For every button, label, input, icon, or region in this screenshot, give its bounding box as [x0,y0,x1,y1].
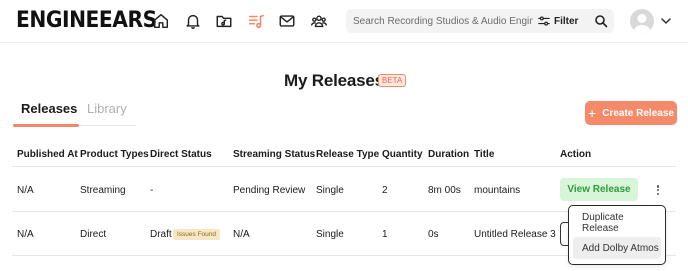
bell-icon[interactable] [183,11,203,31]
menu-item-duplicate-release[interactable]: Duplicate Release [573,212,661,234]
top-navigation-bar: ENGINEEARS Filter [0,0,688,43]
search-icon[interactable] [594,14,608,28]
cell-streaming-status: N/A [233,229,250,240]
cell-published-at: N/A [17,185,34,196]
cell-published-at: N/A [17,229,34,240]
mail-icon[interactable] [277,11,297,31]
header-divider [12,166,676,167]
cell-direct-status: Draft [150,229,172,240]
playlist-icon[interactable] [246,11,266,31]
more-options-icon[interactable] [654,183,662,197]
beta-badge: BETA [378,74,407,87]
tab-divider [79,125,136,126]
column-header-release-type[interactable]: Release Type [316,149,379,160]
release-options-menu: Duplicate Release Add Dolby Atmos [568,205,666,265]
community-icon[interactable] [309,11,329,31]
cell-title: Untitled Release 3 [474,229,556,240]
page-title: My Releases [284,71,384,90]
filter-button[interactable]: Filter [538,13,578,29]
issues-found-badge: Issues Found [173,229,221,240]
menu-item-add-dolby-atmos[interactable]: Add Dolby Atmos [573,237,661,259]
cell-streaming-status: Pending Review [233,185,306,196]
cell-duration: 8m 00s [428,185,461,196]
cell-title: mountains [474,185,521,196]
plus-icon: + [588,105,597,121]
create-release-button[interactable]: + Create Release [585,101,677,125]
filter-sliders-icon [538,16,550,26]
column-header-direct-status[interactable]: Direct Status [150,149,212,160]
cell-release-type: Single [316,229,344,240]
tab-releases[interactable]: Releases [21,101,77,116]
column-header-title[interactable]: Title [474,149,494,160]
tab-library[interactable]: Library [87,101,127,116]
view-release-button[interactable]: View Release [560,178,638,201]
chevron-down-icon[interactable] [660,15,672,27]
folder-music-icon[interactable] [214,11,234,31]
cell-duration: 0s [428,229,439,240]
cell-release-type: Single [316,185,344,196]
column-header-quantity[interactable]: Quantity [382,149,423,160]
cell-product-type: Direct [80,229,107,240]
cell-quantity: 2 [382,185,388,196]
column-header-published-at[interactable]: Published At [17,149,78,160]
column-header-duration[interactable]: Duration [428,149,469,160]
cell-quantity: 1 [382,229,388,240]
cell-direct-status: - [150,185,154,196]
column-header-product-types[interactable]: Product Types [80,149,149,160]
avatar[interactable] [630,9,654,33]
home-icon[interactable] [151,11,171,31]
search-input[interactable] [353,9,533,33]
search-bar: Filter [346,9,614,33]
logo[interactable]: ENGINEEARS [16,8,157,33]
filter-label: Filter [554,15,579,27]
active-tab-indicator [13,124,79,127]
cell-product-type: Streaming [80,185,126,196]
column-header-action: Action [560,149,592,160]
create-release-label: Create Release [602,107,674,119]
column-header-streaming-status[interactable]: Streaming Status [233,149,315,160]
